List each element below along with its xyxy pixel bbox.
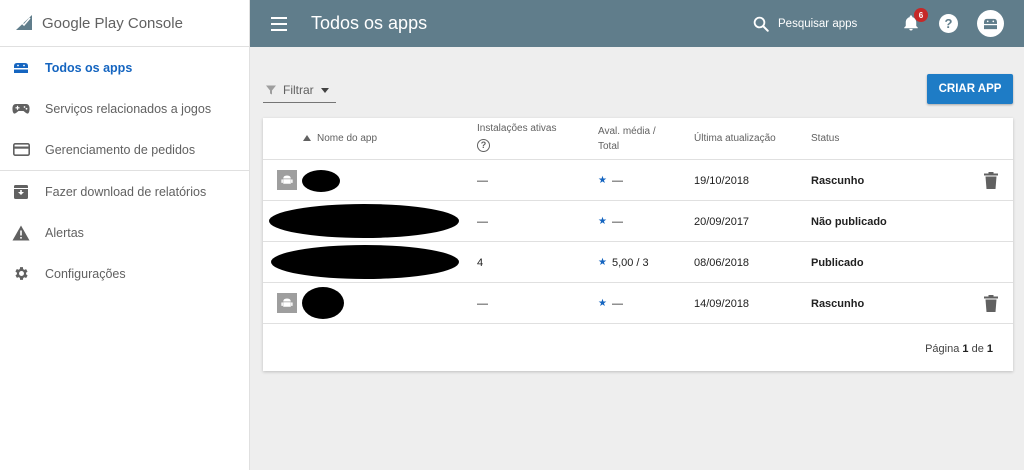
pagination-label: Página 1 de 1: [925, 343, 993, 355]
rating-cell: ★ —: [598, 297, 623, 310]
page-title: Todos os apps: [311, 13, 428, 33]
trash-icon[interactable]: [984, 295, 998, 312]
status-cell: Rascunho: [811, 297, 865, 310]
updated-cell: 19/10/2018: [694, 174, 750, 187]
trash-icon[interactable]: [984, 172, 998, 189]
star-icon: ★: [598, 175, 607, 186]
sidebar-item-label: Todos os apps: [45, 60, 133, 75]
table-row[interactable]: — ★ — 20/09/2017 Não publicado: [263, 201, 1013, 242]
rating-cell: ★ —: [598, 215, 623, 228]
account-avatar[interactable]: [977, 10, 1004, 37]
chevron-down-icon: [320, 87, 329, 93]
notifications-badge: 6: [914, 8, 928, 22]
star-icon: ★: [598, 216, 607, 227]
apps-table: Nome do app Instalações ativas ? Aval. m…: [263, 118, 1013, 371]
rating-cell: ★ —: [598, 174, 623, 187]
android-icon: [12, 59, 30, 77]
sidebar-item-all-apps[interactable]: Todos os apps: [0, 47, 249, 88]
status-cell: Publicado: [811, 256, 864, 269]
column-header-name[interactable]: Nome do app: [303, 131, 377, 146]
table-header: Nome do app Instalações ativas ? Aval. m…: [263, 118, 1013, 160]
status-cell: Não publicado: [811, 215, 887, 228]
filter-dropdown[interactable]: Filtrar: [263, 78, 336, 103]
updated-cell: 08/06/2018: [694, 256, 750, 269]
sidebar-item-alerts[interactable]: Alertas: [0, 212, 249, 253]
sidebar-item-label: Alertas: [45, 225, 84, 240]
brand-name: Google Play Console: [42, 14, 183, 32]
sidebar-item-order-management[interactable]: Gerenciamento de pedidos: [0, 129, 249, 170]
installs-cell: 4: [477, 256, 484, 269]
column-header-installs[interactable]: Instalações ativas ?: [477, 121, 557, 153]
star-icon: ★: [598, 298, 607, 309]
search-button[interactable]: Pesquisar apps: [752, 0, 857, 47]
sidebar-item-label: Fazer download de relatórios: [45, 184, 207, 199]
status-cell: Rascunho: [811, 174, 865, 187]
redacted-app-name: [271, 245, 459, 279]
redacted-app-name: [302, 170, 340, 192]
search-icon: [753, 16, 769, 32]
sidebar-item-label: Configurações: [45, 266, 126, 281]
filter-label: Filtrar: [283, 83, 314, 97]
sidebar: Google Play Console Todos os apps Serviç…: [0, 0, 250, 470]
filter-funnel-icon: [266, 85, 276, 95]
download-box-icon: [12, 183, 30, 201]
gamepad-icon: [12, 100, 30, 118]
table-row[interactable]: 4 ★ 5,00 / 3 08/06/2018 Publicado: [263, 242, 1013, 283]
brand-logo[interactable]: Google Play Console: [0, 0, 249, 47]
redacted-app-name: [302, 287, 344, 319]
search-label: Pesquisar apps: [778, 17, 858, 30]
installs-cell: —: [477, 297, 488, 310]
sidebar-item-game-services[interactable]: Serviços relacionados a jogos: [0, 88, 249, 129]
sort-ascending-icon: [303, 135, 311, 142]
rating-cell: ★ 5,00 / 3: [598, 256, 649, 269]
hamburger-menu-icon[interactable]: [271, 16, 287, 31]
top-app-bar: Todos os apps Pesquisar apps 6 ?: [250, 0, 1024, 47]
star-icon: ★: [598, 257, 607, 268]
table-row[interactable]: — ★ — 14/09/2018 Rascunho: [263, 283, 1013, 324]
sidebar-item-label: Gerenciamento de pedidos: [45, 142, 196, 157]
column-header-rating[interactable]: Aval. média / Total: [598, 124, 656, 154]
sidebar-item-label: Serviços relacionados a jogos: [45, 101, 212, 116]
gear-icon: [12, 265, 30, 283]
redacted-app-name: [269, 204, 459, 238]
installs-cell: —: [477, 174, 488, 187]
updated-cell: 14/09/2018: [694, 297, 750, 310]
android-app-icon: [277, 170, 297, 190]
sidebar-item-download-reports[interactable]: Fazer download de relatórios: [0, 171, 249, 212]
updated-cell: 20/09/2017: [694, 215, 750, 228]
column-header-updated[interactable]: Última atualização: [694, 131, 776, 146]
table-row[interactable]: — ★ — 19/10/2018 Rascunho: [263, 160, 1013, 201]
create-app-button[interactable]: CRIAR APP: [927, 74, 1013, 104]
android-app-icon: [277, 293, 297, 313]
column-header-status[interactable]: Status: [811, 131, 839, 146]
sidebar-item-settings[interactable]: Configurações: [0, 253, 249, 294]
warning-icon: [12, 224, 30, 242]
play-console-logo-icon: [14, 13, 34, 33]
help-icon[interactable]: ?: [939, 14, 958, 33]
help-circle-icon[interactable]: ?: [477, 139, 490, 152]
android-avatar-icon: [983, 18, 998, 30]
credit-card-icon: [12, 141, 30, 159]
installs-cell: —: [477, 215, 488, 228]
